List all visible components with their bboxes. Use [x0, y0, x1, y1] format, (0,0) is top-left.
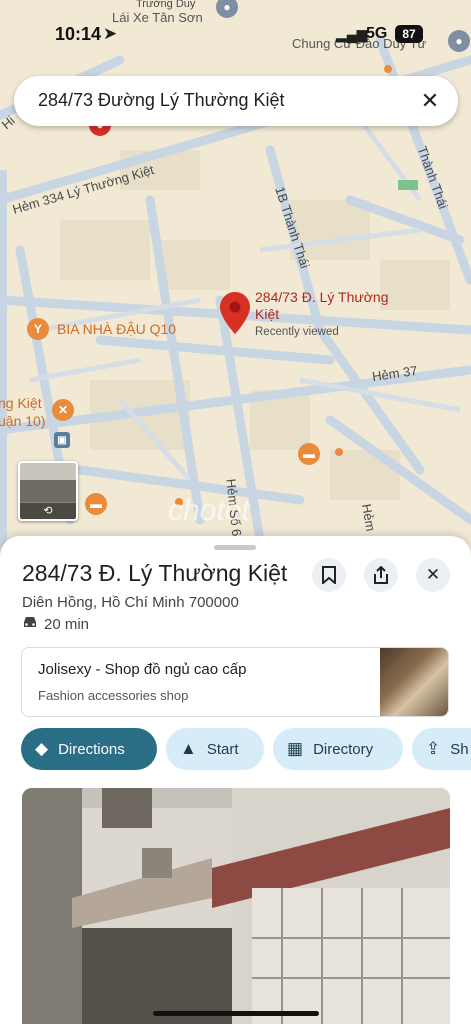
- bookmark-icon: [322, 566, 336, 584]
- nearby-place-photo: [380, 648, 448, 716]
- close-icon[interactable]: ✕: [416, 87, 444, 115]
- directions-button[interactable]: ◆ Directions: [21, 728, 157, 770]
- nearby-place-name: Jolisexy - Shop đồ ngủ cao cấp: [38, 661, 247, 678]
- status-bar: 10:14 ➤ ▂▄▆ 5G 87: [0, 18, 471, 52]
- poi-dot[interactable]: [384, 65, 392, 73]
- drive-time: 20 min: [22, 616, 89, 633]
- poi-label: BIA NHÀ ĐẬU Q10: [57, 321, 177, 337]
- store-icon: ▦: [287, 739, 304, 758]
- drive-time-text: 20 min: [44, 616, 90, 633]
- location-arrow-icon: ➤: [103, 24, 118, 43]
- nearby-place-category: Fashion accessories shop: [38, 688, 189, 703]
- cafe-icon[interactable]: ▬: [298, 443, 320, 465]
- restaurant-icon[interactable]: ✕: [52, 399, 74, 421]
- street-label: Trường Duy: [136, 0, 196, 10]
- home-indicator: [153, 1011, 319, 1016]
- search-bar[interactable]: 284/73 Đường Lý Thường Kiệt ✕: [14, 76, 458, 126]
- poi-dot[interactable]: [335, 448, 343, 456]
- status-time: 10:14: [55, 24, 102, 44]
- share-label: Sh: [450, 740, 469, 758]
- directory-button[interactable]: ▦ Directory: [273, 728, 403, 770]
- watermark: chotot: [168, 494, 250, 527]
- network-type: 5G: [366, 25, 388, 42]
- start-button[interactable]: ▲ Start: [166, 728, 264, 770]
- directions-icon: ◆: [35, 739, 49, 758]
- close-button[interactable]: ✕: [416, 558, 450, 592]
- poi-label: ng Kiệt: [0, 395, 42, 411]
- pin-title: 284/73 Đ. Lý Thường Kiệt: [255, 289, 389, 322]
- street-view-thumbnail[interactable]: ⟲: [18, 461, 78, 521]
- bus-stop-icon[interactable]: ▣: [54, 432, 70, 448]
- location-pin-icon[interactable]: [220, 292, 250, 334]
- pin-subtitle: Recently viewed: [255, 326, 339, 338]
- cafe-icon[interactable]: ▬: [85, 493, 107, 515]
- start-label: Start: [206, 740, 239, 758]
- share-icon: ⇪: [426, 739, 441, 758]
- battery-level: 87: [395, 25, 423, 43]
- directions-label: Directions: [58, 740, 125, 758]
- poi-label: uận 10): [0, 413, 46, 429]
- share-button[interactable]: [364, 558, 398, 592]
- nearby-place-card[interactable]: Jolisexy - Shop đồ ngủ cao cấp Fashion a…: [21, 647, 449, 717]
- save-button[interactable]: [312, 558, 346, 592]
- building-photo: [22, 788, 450, 1024]
- directory-label: Directory: [313, 740, 374, 758]
- place-title: 284/73 Đ. Lý Thường Kiệt: [22, 560, 288, 586]
- sheet-drag-handle[interactable]: [214, 545, 256, 550]
- place-address: Diên Hồng, Hồ Chí Minh 700000: [22, 594, 239, 611]
- place-sheet[interactable]: 284/73 Đ. Lý Thường Kiệt ✕ Diên Hồng, Hồ…: [0, 536, 471, 1024]
- signal-icon: ▂▄▆: [336, 26, 368, 42]
- rotate-360-icon: ⟲: [20, 503, 76, 519]
- share-icon: [374, 566, 388, 584]
- place-photo[interactable]: [22, 788, 450, 1024]
- share-chip-button[interactable]: ⇪ Sh: [412, 728, 471, 770]
- search-query[interactable]: 284/73 Đường Lý Thường Kiệt: [38, 90, 285, 111]
- car-icon: [24, 617, 36, 627]
- bar-icon[interactable]: Y: [27, 318, 49, 340]
- close-icon: ✕: [425, 565, 441, 584]
- navigation-arrow-icon: ▲: [180, 739, 197, 758]
